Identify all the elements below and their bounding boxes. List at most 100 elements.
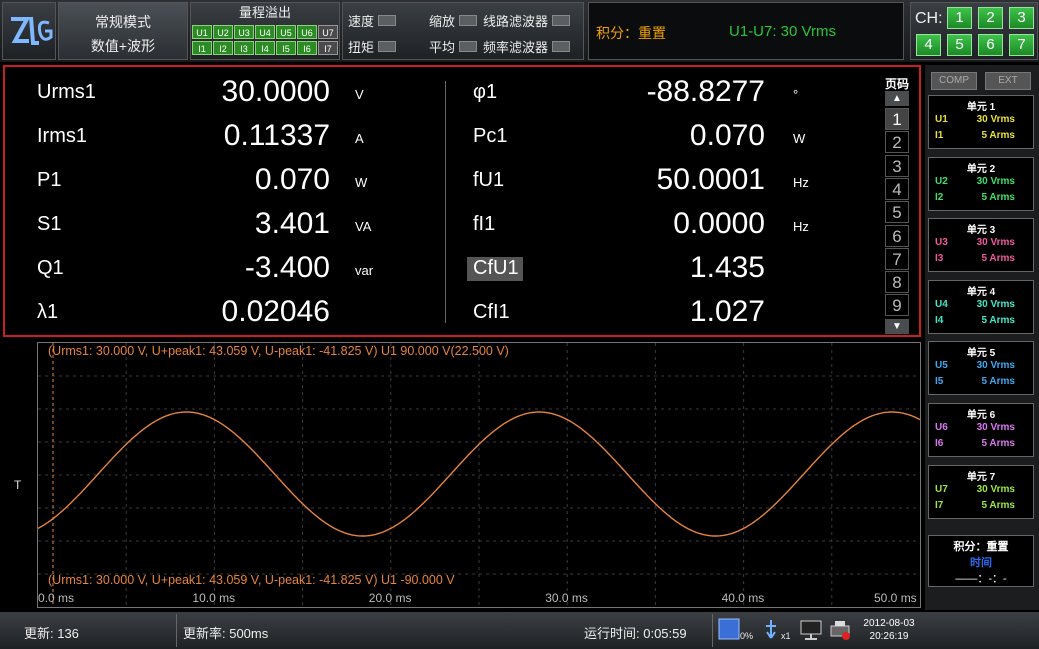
measurement-value: 0.0000	[673, 207, 765, 240]
page-2-button[interactable]: 2	[885, 131, 909, 154]
unit-title: 单元 1	[966, 102, 996, 113]
channel-button-6[interactable]: 6	[978, 34, 1003, 56]
page-8-button[interactable]: 8	[885, 271, 909, 294]
mode-button[interactable]: 常规模式 数值+波形	[58, 2, 188, 60]
measurement-unit: VA	[355, 219, 372, 234]
channel-button-3[interactable]: 3	[1009, 7, 1034, 29]
line-filter-option[interactable]: 线路滤波器	[483, 11, 571, 30]
integration-box-value: ——：-：-	[955, 573, 1007, 585]
i-overflow-chip: I3	[234, 41, 254, 55]
unit-title: 单元 7	[966, 471, 996, 483]
i-overflow-row: I1 I2 I3 I4 I5 I6 I7	[191, 41, 339, 55]
channel-button-2[interactable]: 2	[978, 7, 1003, 29]
measurement-unit: W	[793, 131, 806, 146]
usb-icon	[762, 618, 780, 647]
measurement-value: 0.02046	[221, 295, 330, 328]
unit-card-3[interactable]: 单元 3 U3 30 Vrms I3 5 Arms	[928, 218, 1034, 273]
numeric-panel: Urms1 30.0000 V Irms1 0.11337 A P1 0.070 W S1 3.40…	[3, 65, 921, 337]
page-6-button[interactable]: 6	[885, 224, 909, 247]
zlg-logo-icon	[11, 16, 53, 45]
unit-title: 单元 3	[966, 225, 996, 237]
u-overflow-chip: U6	[297, 25, 317, 39]
unit-voltage-channel: U1	[935, 114, 948, 125]
status-divider	[176, 614, 177, 647]
measurement-label: fU1	[473, 169, 505, 191]
zoom-option[interactable]: 缩放	[429, 11, 478, 30]
mode-line1: 常规模式	[95, 14, 151, 30]
torque-indicator	[378, 41, 397, 52]
waveform-top-label: (Urms1: 30.000 V, U+peak1: 43.059 V, U-p…	[48, 344, 509, 358]
page-7-button[interactable]: 7	[885, 247, 909, 270]
channel-selector: CH: 123 4567	[910, 2, 1038, 60]
unit-card-6[interactable]: 单元 6 U6 30 Vrms I6 5 Arms	[928, 403, 1034, 457]
unit-voltage-range: 30 Vrms	[976, 360, 1015, 372]
options-panel: 速度 扭矩 缩放 平均 线路滤波器 频率滤波器	[342, 2, 584, 60]
unit-card-7[interactable]: 单元 7 U7 30 Vrms I7 5 Arms	[928, 464, 1034, 519]
page-9-button[interactable]: 9	[885, 294, 909, 317]
channel-button-7[interactable]: 7	[1009, 34, 1034, 56]
speed-option[interactable]: 速度	[348, 11, 397, 30]
unit-current-channel: I6	[935, 438, 944, 449]
update-count: 更新: 136	[24, 626, 79, 641]
unit-card-2[interactable]: 单元 2 U2 30 Vrms I2 5 Arms	[928, 156, 1034, 211]
measurement-unit: var	[355, 263, 374, 278]
u-overflow-chip: U2	[213, 25, 233, 39]
channel-button-1[interactable]: 1	[947, 7, 972, 29]
time-tick-label: 30.0 ms	[545, 591, 588, 605]
usb-count: x1	[781, 631, 791, 641]
page-1-button[interactable]: 1	[885, 108, 909, 130]
channel-button-5[interactable]: 5	[947, 34, 972, 56]
unit-card-4[interactable]: 单元 4 U4 30 Vrms I4 5 Arms	[928, 279, 1034, 334]
waveform-plot	[37, 343, 921, 607]
unit-card-5[interactable]: 单元 5 U5 30 Vrms I5 5 Arms	[928, 341, 1034, 396]
page-5-button[interactable]: 5	[885, 201, 909, 224]
unit-current-channel: I7	[935, 499, 944, 511]
integration-status-label: 积分：重置	[596, 25, 666, 41]
unit-current-channel: I1	[935, 130, 944, 141]
page-3-button[interactable]: 3	[885, 154, 909, 177]
measurement-label: CfU1	[473, 257, 519, 279]
measurement-unit: V	[355, 87, 364, 102]
measurement-label: CfI1	[473, 301, 510, 323]
page-down-button[interactable]: ▼	[885, 319, 909, 334]
u-overflow-chip: U1	[192, 25, 212, 39]
page-4-button[interactable]: 4	[885, 177, 909, 200]
measurement-label: Q1	[37, 257, 64, 279]
range-text: U1-U7: 30 Vrms	[729, 23, 836, 40]
logo	[2, 2, 56, 60]
unit-title: 单元 2	[966, 163, 996, 175]
unit-sidebar: COMP EXT 单元 1 U1 30 Vrms I1 5 Arms 单元 2 U2 30 V…	[925, 65, 1039, 610]
waveform-bottom-label: (Urms1: 30.000 V, U+peak1: 43.059 V, U-p…	[48, 573, 455, 587]
runtime: 运行时间: 0:05:59	[584, 626, 687, 641]
freq-filter-option[interactable]: 频率滤波器	[483, 37, 571, 56]
unit-title: 单元 5	[966, 348, 996, 360]
power-analyzer-screen: 常规模式 数值+波形 量程溢出 U1 U2 U3 U4 U5 U6 U7 I1 I2 I3 I4 I…	[0, 0, 1039, 649]
measurement-value: 3.401	[254, 207, 330, 240]
i-overflow-chip: I6	[297, 41, 317, 55]
unit-voltage-range: 30 Vrms	[976, 298, 1015, 310]
speed-indicator	[378, 15, 397, 26]
i-overflow-chip: I7	[318, 41, 338, 55]
page-up-button[interactable]: ▲	[885, 91, 909, 106]
unit-voltage-range: 30 Vrms	[976, 114, 1015, 125]
comp-button[interactable]: COMP	[931, 72, 977, 90]
channel-button-4[interactable]: 4	[916, 34, 941, 56]
time-tick-label: 50.0 ms	[874, 591, 917, 605]
printer-icon	[828, 618, 852, 647]
storage-percent: 0%	[740, 631, 754, 641]
unit-voltage-channel: U6	[935, 422, 948, 433]
unit-voltage-channel: U5	[935, 360, 948, 372]
measurement-value: -3.400	[244, 251, 330, 284]
time-tick-label: 40.0 ms	[721, 591, 765, 605]
torque-option[interactable]: 扭矩	[348, 37, 397, 56]
measurement-value: -88.8277	[646, 75, 765, 108]
ext-button[interactable]: EXT	[985, 72, 1031, 90]
unit-voltage-range: 30 Vrms	[976, 237, 1015, 249]
measurement-label: S1	[37, 213, 62, 235]
unit-card-1[interactable]: 单元 1 U1 30 Vrms I1 5 Arms	[928, 95, 1034, 149]
average-option[interactable]: 平均	[429, 37, 478, 56]
measurement-unit: W	[355, 175, 368, 190]
status-bar: 更新: 136 更新率: 500ms 运行时间: 0:05:59 0% x1 2…	[0, 612, 1039, 649]
measurement-label: Urms1	[37, 81, 96, 103]
top-toolbar: 常规模式 数值+波形 量程溢出 U1 U2 U3 U4 U5 U6 U7 I1 I2 I3 I4 I…	[0, 0, 1039, 62]
